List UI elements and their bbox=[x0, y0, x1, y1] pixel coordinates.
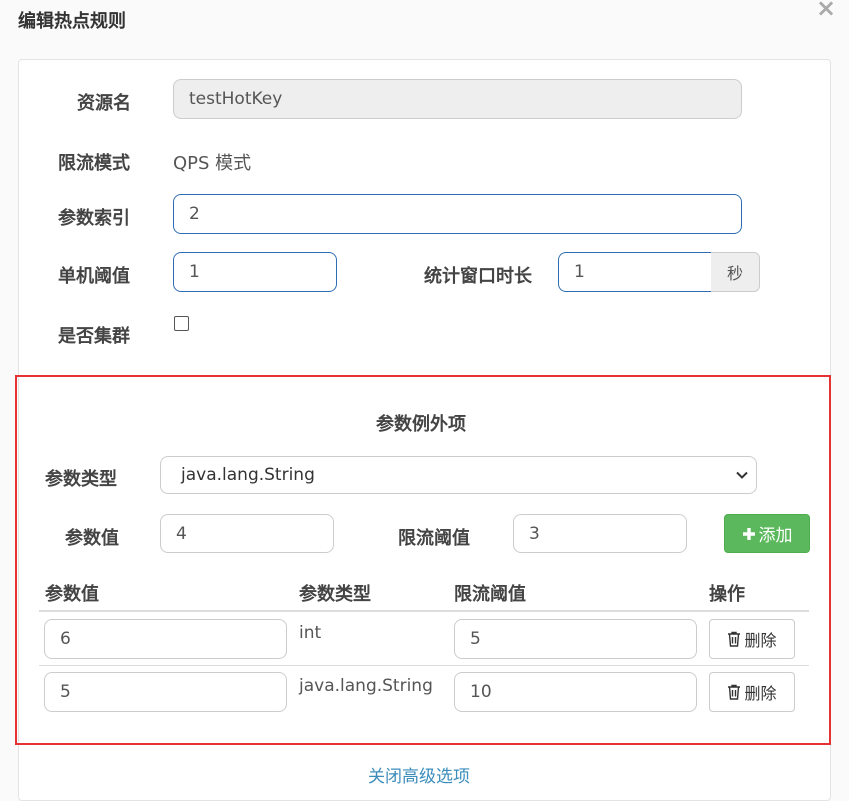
window-duration-value: 1 bbox=[574, 262, 585, 282]
table-header-limit: 限流阈值 bbox=[454, 584, 526, 605]
close-icon[interactable]: × bbox=[816, 0, 836, 22]
edit-hotspot-rule-dialog: 编辑热点规则 × 资源名 testHotKey 限流模式 QPS 模式 参数索引… bbox=[0, 0, 849, 801]
table-header-type: 参数类型 bbox=[299, 584, 371, 605]
row2-value-input[interactable]: 5 bbox=[44, 672, 287, 712]
row2-limit: 10 bbox=[470, 682, 492, 702]
limit-threshold-input-value: 3 bbox=[529, 523, 540, 544]
add-exception-button[interactable]: 添加 bbox=[724, 514, 810, 553]
param-value-label: 参数值 bbox=[65, 528, 119, 549]
resource-name-value: testHotKey bbox=[189, 89, 283, 109]
row2-type: java.lang.String bbox=[299, 676, 433, 696]
window-unit-addon: 秒 bbox=[711, 252, 760, 292]
param-type-selected: java.lang.String bbox=[181, 465, 315, 485]
row1-delete-button[interactable]: 删除 bbox=[709, 619, 795, 659]
param-index-input[interactable]: 2 bbox=[173, 194, 742, 234]
row2-delete-button[interactable]: 删除 bbox=[709, 672, 795, 712]
row1-limit-input[interactable]: 5 bbox=[454, 619, 697, 659]
limit-threshold-label: 限流阈值 bbox=[398, 528, 470, 549]
param-value-input[interactable]: 4 bbox=[160, 514, 334, 553]
threshold-input[interactable]: 1 bbox=[173, 252, 337, 292]
limit-mode-value: QPS 模式 bbox=[173, 153, 252, 174]
resource-name-input: testHotKey bbox=[173, 79, 742, 119]
plus-icon bbox=[742, 527, 755, 540]
row2-limit-input[interactable]: 10 bbox=[454, 672, 697, 712]
row1-delete-label: 删除 bbox=[744, 631, 777, 650]
param-type-select[interactable]: java.lang.String bbox=[160, 456, 757, 494]
param-index-value: 2 bbox=[189, 204, 200, 224]
exceptions-title: 参数例外项 bbox=[376, 414, 466, 435]
window-duration-label: 统计窗口时长 bbox=[424, 266, 532, 287]
row2-value: 5 bbox=[60, 682, 71, 702]
threshold-label: 单机阈值 bbox=[58, 266, 130, 287]
cluster-label: 是否集群 bbox=[58, 326, 130, 347]
chevron-down-icon bbox=[736, 471, 748, 479]
limit-threshold-input[interactable]: 3 bbox=[513, 514, 687, 553]
table-header-value: 参数值 bbox=[45, 584, 99, 605]
limit-mode-label: 限流模式 bbox=[58, 153, 130, 174]
row2-delete-label: 删除 bbox=[744, 684, 777, 703]
close-advanced-options-link[interactable]: 关闭高级选项 bbox=[368, 762, 470, 787]
window-duration-input[interactable]: 1 bbox=[558, 252, 712, 292]
row1-value: 6 bbox=[60, 629, 71, 649]
trash-icon bbox=[728, 684, 741, 700]
trash-icon bbox=[728, 631, 741, 647]
param-index-label: 参数索引 bbox=[58, 208, 130, 229]
threshold-value: 1 bbox=[189, 262, 200, 282]
dialog-title: 编辑热点规则 bbox=[18, 11, 126, 32]
param-type-label: 参数类型 bbox=[45, 469, 117, 490]
row1-type: int bbox=[299, 623, 322, 643]
row1-limit: 5 bbox=[470, 629, 481, 649]
cluster-checkbox[interactable] bbox=[174, 316, 189, 331]
resource-name-label: 资源名 bbox=[77, 93, 131, 114]
table-header-divider bbox=[39, 610, 809, 612]
row1-value-input[interactable]: 6 bbox=[44, 619, 287, 659]
row-divider bbox=[39, 665, 809, 666]
add-button-label: 添加 bbox=[758, 526, 793, 546]
param-value-input-value: 4 bbox=[176, 523, 187, 544]
table-header-action: 操作 bbox=[709, 584, 745, 605]
